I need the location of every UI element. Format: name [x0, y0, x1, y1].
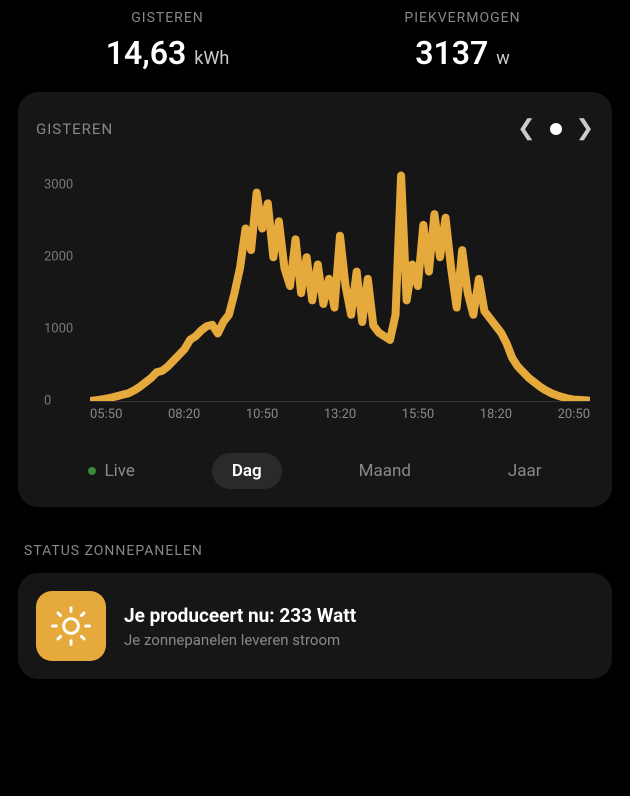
- stat-yesterday: GISTEREN 14,63 kWh: [20, 10, 315, 72]
- y-tick: 2000: [44, 250, 73, 265]
- tab-live[interactable]: Live: [68, 453, 154, 489]
- x-tick: 18:20: [480, 407, 512, 431]
- stat-label: GISTEREN: [20, 10, 315, 26]
- x-tick: 15:50: [402, 407, 434, 431]
- chart-area: 0 1000 2000 3000 05:50 08:20 10:50 13:20 15:50 1…: [44, 171, 594, 431]
- status-card[interactable]: Je produceert nu: 233 Watt Je zonnepanel…: [18, 573, 612, 679]
- y-tick: 3000: [44, 178, 73, 193]
- status-title: Je produceert nu: 233 Watt: [124, 604, 356, 627]
- chart-line: [90, 171, 590, 401]
- y-axis-ticks: 0100020003000: [44, 171, 84, 401]
- chart-card: GISTEREN ❮ ❯ 0 1000 2000 3000 05:50 08:20 10:…: [18, 92, 612, 507]
- stat-label: PIEKVERMOGEN: [315, 10, 610, 26]
- stat-unit: w: [496, 48, 510, 69]
- x-tick: 05:50: [90, 407, 122, 431]
- sun-icon: [36, 591, 106, 661]
- stat-peak-power: PIEKVERMOGEN 3137 w: [315, 10, 610, 72]
- tab-label: Maand: [359, 461, 411, 481]
- status-text: Je produceert nu: 233 Watt Je zonnepanel…: [124, 604, 356, 649]
- tab-label: Live: [104, 461, 134, 481]
- chart-baseline: [90, 401, 590, 402]
- stat-unit: kWh: [194, 48, 229, 69]
- stat-value-row: 3137 w: [315, 34, 610, 72]
- top-stats: GISTEREN 14,63 kWh PIEKVERMOGEN 3137 w: [0, 0, 630, 92]
- tab-year[interactable]: Jaar: [488, 453, 562, 489]
- tab-day[interactable]: Dag: [212, 453, 282, 489]
- x-tick: 08:20: [168, 407, 200, 431]
- x-tick: 13:20: [324, 407, 356, 431]
- live-indicator-icon: [88, 467, 96, 475]
- chart-plot[interactable]: [90, 171, 590, 401]
- range-tabs: Live Dag Maand Jaar: [36, 453, 594, 489]
- y-tick: 1000: [44, 322, 73, 337]
- chevron-right-icon[interactable]: ❯: [576, 116, 594, 141]
- status-subtitle: Je zonnepanelen leveren stroom: [124, 631, 356, 649]
- page-indicator-dot: [550, 123, 562, 135]
- chevron-left-icon[interactable]: ❮: [517, 116, 535, 141]
- stat-value: 14,63: [106, 34, 187, 72]
- status-section-label: STATUS ZONNEPANELEN: [24, 543, 606, 559]
- x-tick: 20:50: [558, 407, 590, 431]
- x-axis-ticks: 05:50 08:20 10:50 13:20 15:50 18:20 20:50: [90, 407, 590, 431]
- tab-month[interactable]: Maand: [339, 453, 431, 489]
- chart-title: GISTEREN: [36, 120, 113, 138]
- y-tick: 0: [44, 394, 51, 409]
- tab-label: Jaar: [508, 461, 542, 481]
- tab-label: Dag: [232, 461, 262, 481]
- x-tick: 10:50: [246, 407, 278, 431]
- stat-value: 3137: [415, 34, 488, 72]
- chart-header: GISTEREN ❮ ❯: [36, 116, 594, 141]
- chart-pager: ❮ ❯: [517, 116, 594, 141]
- stat-value-row: 14,63 kWh: [20, 34, 315, 72]
